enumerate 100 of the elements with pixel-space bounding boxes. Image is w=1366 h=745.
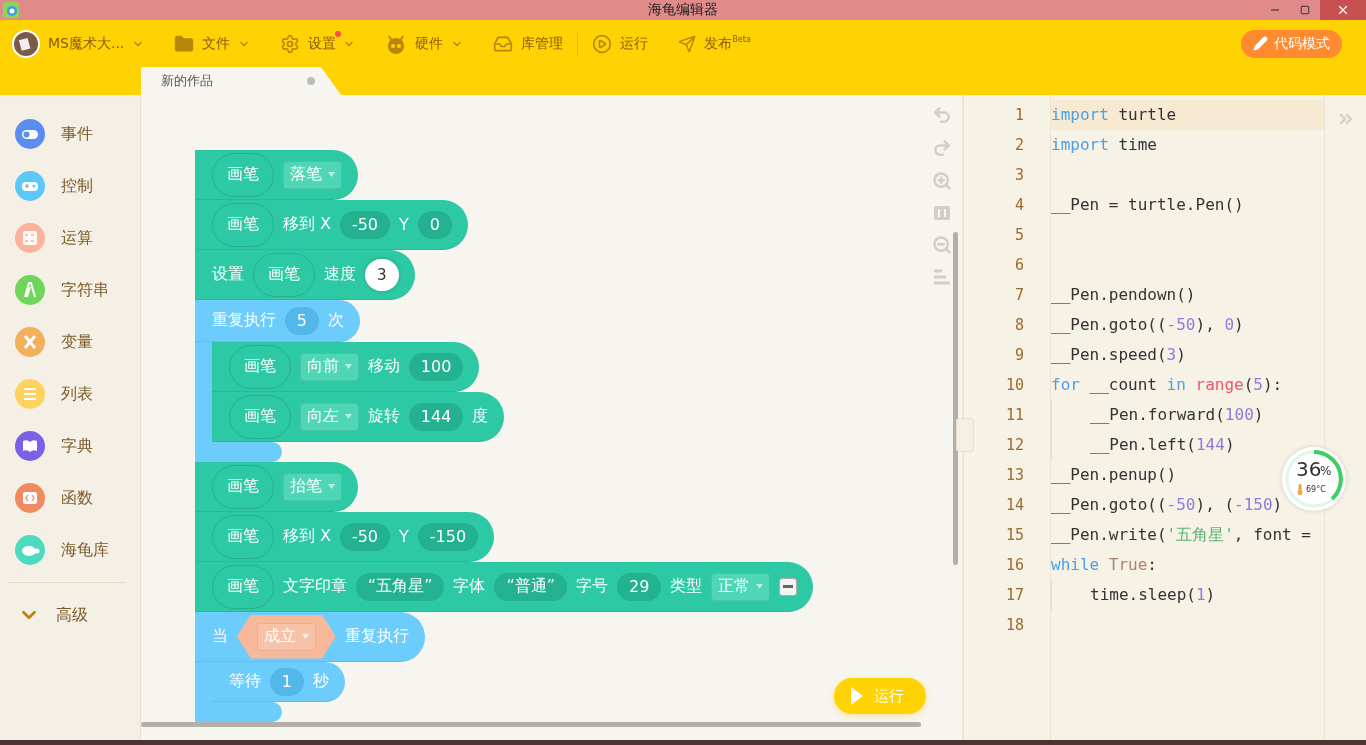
line-number: 17 [1004, 585, 1025, 606]
close-icon [1336, 3, 1350, 17]
line-number: 16 [1004, 555, 1025, 576]
panel-resize-handle[interactable] [956, 418, 974, 452]
cross-icon[interactable] [15, 327, 45, 357]
line-number: 18 [1004, 615, 1025, 636]
scrollbar[interactable] [140, 722, 921, 727]
block-label: 等待 [228, 671, 261, 692]
letter-a-icon[interactable] [15, 275, 45, 305]
value-field[interactable]: “普通” [494, 572, 567, 601]
category-label[interactable]: 事件 [61, 123, 93, 145]
zoom-out-icon[interactable] [932, 235, 952, 255]
list-icon[interactable] [15, 379, 45, 409]
scrollbar[interactable] [953, 232, 958, 565]
code-line: import turtle [1051, 104, 1177, 126]
toolbar-item[interactable]: 文件 [174, 26, 251, 61]
block-label: 字号 [576, 576, 608, 597]
code-block[interactable]: 画笔 向左 旋转 144 度 [211, 392, 505, 442]
block-label: 移到 X [282, 214, 331, 235]
block-label: 移动 [367, 356, 400, 377]
code-block[interactable]: 画笔 向前 移动 100 [211, 342, 480, 392]
category-label[interactable]: 列表 [61, 383, 93, 405]
block-dropdown[interactable]: 向左 [299, 402, 359, 431]
block-label: 旋转 [367, 406, 400, 427]
toolbar-item[interactable]: 设置 [280, 26, 356, 61]
category-label[interactable]: 函数 [61, 487, 93, 509]
code-block[interactable]: 画笔 移到 X -50 Y 0 [194, 200, 468, 250]
zoom-in-icon[interactable] [932, 171, 952, 191]
line-number: 14 [1004, 495, 1025, 516]
run-button[interactable]: 运行 [833, 678, 926, 714]
value-field[interactable]: 100 [408, 352, 464, 381]
temperature-text: 69°C [1306, 485, 1326, 494]
value-field[interactable]: -50 [339, 210, 391, 239]
line-number: 2 [1013, 135, 1025, 156]
code-block[interactable]: 画笔 文字印章 “五角星” 字体 “普通” 字号 29 类型 正常 [194, 562, 814, 612]
block-label: 重复执行 [211, 310, 276, 331]
code-block[interactable]: 画笔 抬笔 [194, 462, 358, 512]
block-dropdown[interactable]: 正常 [711, 572, 771, 601]
category-label[interactable]: 高级 [56, 604, 88, 626]
gamepad-icon[interactable] [15, 171, 45, 201]
category-label[interactable]: 运算 [61, 227, 93, 249]
caret-icon [327, 172, 335, 177]
line-number: 6 [1013, 255, 1025, 276]
code-line: import time [1051, 134, 1157, 156]
code-block[interactable]: 设置 画笔 速度 3 [194, 250, 415, 300]
block-label: 类型 [670, 576, 703, 597]
code-icon[interactable] [15, 483, 45, 513]
category-label[interactable]: 变量 [61, 331, 93, 353]
value-field[interactable]: 1 [269, 667, 305, 696]
block-label: Y [399, 215, 409, 234]
calculator-icon[interactable] [15, 223, 45, 253]
category-label[interactable]: 海龟库 [61, 539, 109, 561]
toolbar-item[interactable]: 运行 [592, 26, 649, 61]
code-line: __Pen = turtle.Pen() [1051, 194, 1244, 216]
block-dropdown[interactable]: 向前 [299, 352, 359, 381]
code-block[interactable]: 当 成立 重复执行 [194, 612, 425, 662]
book-icon[interactable] [15, 431, 45, 461]
toolbar-item[interactable]: 发布$^{Beta}$ [678, 26, 751, 61]
code-mode-button[interactable]: 代码模式 [1241, 29, 1342, 58]
remove-button[interactable] [779, 577, 798, 596]
block-dropdown[interactable]: 成立 [256, 622, 316, 651]
block-dropdown[interactable]: 抬笔 [282, 472, 342, 501]
caret-icon [327, 484, 335, 489]
code-line: __Pen.write('五角星', font = [1051, 524, 1311, 546]
line-number: 7 [1013, 285, 1025, 306]
value-field[interactable]: 5 [284, 306, 320, 335]
toggle-icon[interactable] [15, 119, 45, 149]
value-field[interactable]: -150 [417, 522, 479, 551]
toolbar-item[interactable]: 库管理 [493, 26, 564, 61]
value-field[interactable]: “五角星” [355, 572, 445, 601]
code-block[interactable]: 画笔 移到 X -50 Y -150 [194, 512, 495, 562]
block-dropdown[interactable]: 落笔 [282, 160, 342, 189]
code-block[interactable]: 画笔 落笔 [194, 150, 358, 200]
code-block[interactable]: 等待 1 秒 [211, 662, 346, 702]
category-label[interactable]: 字典 [61, 435, 93, 457]
redo-icon[interactable] [932, 138, 952, 158]
pencil-icon [1253, 36, 1268, 51]
code-line: __Pen.goto((-50), (-150) [1051, 494, 1283, 516]
value-field[interactable]: 0 [417, 210, 452, 239]
toolbar-item[interactable]: MS魔术大... [12, 26, 145, 61]
category-label[interactable]: 控制 [61, 175, 93, 197]
align-icon[interactable] [932, 268, 952, 286]
category-label[interactable]: 字符串 [61, 279, 109, 301]
actual-size-icon[interactable] [932, 204, 952, 222]
value-field[interactable]: 144 [408, 402, 464, 431]
toolbar-item[interactable]: 硬件 [385, 26, 464, 61]
undo-icon[interactable] [932, 105, 952, 125]
avatar[interactable] [12, 29, 40, 58]
caret-icon [301, 634, 309, 639]
line-number: 8 [1013, 315, 1025, 336]
turtle-icon[interactable] [15, 535, 45, 565]
value-field[interactable]: -50 [339, 522, 391, 551]
file-tab[interactable]: 新的作品 [141, 67, 341, 95]
play-icon [849, 686, 864, 706]
folder-icon [174, 33, 195, 54]
close-button[interactable] [1320, 0, 1366, 20]
block-label: 当 [211, 626, 228, 647]
value-field[interactable]: 3 [364, 258, 399, 291]
code-block[interactable]: 重复执行 5 次 [194, 300, 361, 342]
value-field[interactable]: 29 [617, 572, 662, 601]
